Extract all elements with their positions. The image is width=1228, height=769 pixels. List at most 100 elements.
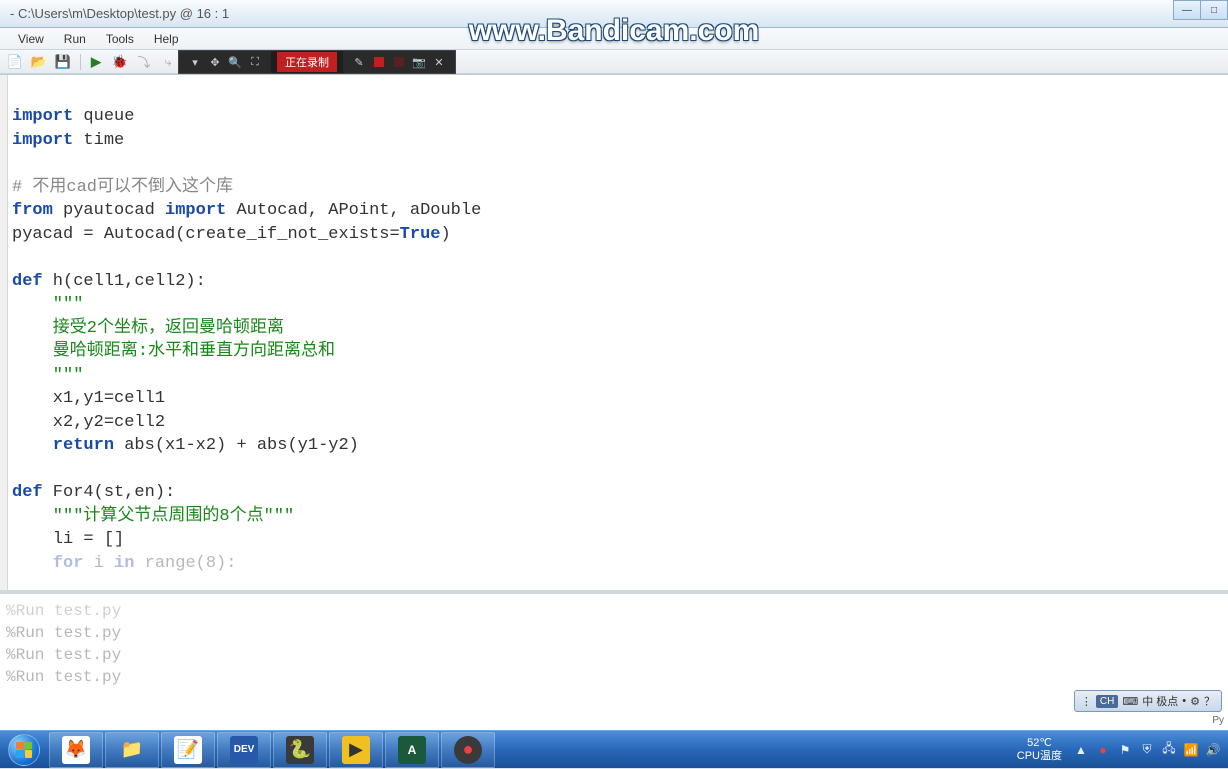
ime-help-icon[interactable]: ？ <box>1204 693 1215 709</box>
code-editor[interactable]: import queue import time # 不用cad可以不倒入这个库… <box>8 75 1228 590</box>
code-kw: return <box>12 436 114 455</box>
player-icon: ▶ <box>349 739 363 760</box>
menu-tools[interactable]: Tools <box>96 30 144 48</box>
ime-keyboard-icon[interactable]: ⌨ <box>1122 695 1138 708</box>
taskbar: 🦊 📁 📝 DEV 🐍 ▶ A ● 52℃ CPU温度 ▲ ● ⚑ ⛨ 🖧 📶 … <box>0 730 1228 768</box>
debug-button[interactable]: 🐞 <box>109 52 131 72</box>
taskbar-autocad[interactable]: A <box>385 732 439 768</box>
tray-flag-icon[interactable]: ⚑ <box>1116 741 1134 759</box>
taskbar-thonny[interactable]: 🐍 <box>273 732 327 768</box>
code-text: x1,y1=cell1 <box>12 389 165 408</box>
code-bool: True <box>400 225 441 244</box>
temp-label: CPU温度 <box>1017 750 1062 763</box>
code-kw: import <box>165 201 226 220</box>
code-text: abs(x1-x2) + abs(y1-y2) <box>114 436 359 455</box>
start-button[interactable] <box>0 731 48 769</box>
menu-help[interactable]: Help <box>144 30 189 48</box>
editor-area: import queue import time # 不用cad可以不倒入这个库… <box>0 74 1228 590</box>
ime-lang-badge[interactable]: CH <box>1096 695 1118 708</box>
tray-temperature[interactable]: 52℃ CPU温度 <box>1009 737 1070 763</box>
code-kw: from <box>12 201 53 220</box>
taskbar-explorer[interactable]: 📁 <box>105 732 159 768</box>
code-text: ) <box>440 225 450 244</box>
console-output[interactable]: %Run test.py %Run test.py %Run test.py %… <box>0 590 1228 730</box>
window-controls <box>1174 0 1228 20</box>
code-kw: in <box>114 554 134 573</box>
folder-icon: 📁 <box>121 739 143 760</box>
tray-up-icon[interactable]: ▲ <box>1072 741 1090 759</box>
bandicam-controls: ✎ 📷 ✕ <box>343 51 455 73</box>
bandicam-search-icon[interactable]: 🔍 <box>227 54 243 70</box>
code-text: range(8): <box>134 554 236 573</box>
ime-mode-label[interactable]: 中 极点 <box>1142 693 1178 709</box>
bandicam-close-icon[interactable]: ✕ <box>431 54 447 70</box>
ime-settings-icon[interactable]: ⚙ <box>1190 695 1200 708</box>
ime-grip-icon[interactable]: ⋮ <box>1081 695 1092 708</box>
windows-logo-icon <box>8 734 40 766</box>
code-docstring: """ <box>12 295 83 314</box>
window-title: - C:\Users\m\Desktop\test.py @ 16 : 1 <box>10 6 229 21</box>
taskbar-potplayer[interactable]: ▶ <box>329 732 383 768</box>
temp-value: 52℃ <box>1017 737 1062 750</box>
code-text: pyacad = Autocad(create_if_not_exists= <box>12 225 400 244</box>
tray-record-icon[interactable]: ● <box>1094 741 1112 759</box>
code-text: For4(st,en): <box>43 483 176 502</box>
code-kw: import <box>12 107 73 126</box>
new-file-button[interactable]: 📄 <box>4 52 26 72</box>
step-over-button[interactable]: ⤵ <box>133 52 155 72</box>
run-button[interactable]: ▶ <box>85 52 107 72</box>
code-kw: for <box>12 554 83 573</box>
ime-toolbar[interactable]: ⋮ CH ⌨ 中 极点 • ⚙ ？ <box>1074 690 1222 712</box>
bandicam-stop-icon[interactable] <box>391 54 407 70</box>
menu-bar: View Run Tools Help <box>0 28 1228 50</box>
code-text: x2,y2=cell2 <box>12 413 165 432</box>
tray-icons: ▲ ● ⚑ ⛨ 🖧 📶 🔊 <box>1070 741 1224 759</box>
toolbar-separator <box>80 54 81 70</box>
tray-volume-icon[interactable]: 🔊 <box>1204 741 1222 759</box>
system-tray: 52℃ CPU温度 ▲ ● ⚑ ⛨ 🖧 📶 🔊 <box>1009 731 1228 768</box>
save-button[interactable]: 💾 <box>52 52 74 72</box>
taskbar-bandicam[interactable]: ● <box>441 732 495 768</box>
bandicam-camera-icon[interactable]: 📷 <box>411 54 427 70</box>
bandicam-fullscreen-icon[interactable]: ⛶ <box>247 54 263 70</box>
menu-view[interactable]: View <box>8 30 54 48</box>
menu-run[interactable]: Run <box>54 30 96 48</box>
code-docstring: """计算父节点周围的8个点""" <box>12 507 294 526</box>
bandicam-pencil-icon[interactable]: ✎ <box>351 54 367 70</box>
code-kw: def <box>12 483 43 502</box>
taskbar-notepad[interactable]: 📝 <box>161 732 215 768</box>
python-ide-icon: 🐍 <box>289 739 311 760</box>
code-text: i <box>83 554 114 573</box>
tray-wifi-icon[interactable]: 📶 <box>1182 741 1200 759</box>
code-kw: def <box>12 272 43 291</box>
bandicam-toolbar[interactable]: ▾ ✥ 🔍 ⛶ 正在录制 ✎ 📷 ✕ <box>178 50 456 74</box>
step-into-button[interactable]: ⤷ <box>157 52 179 72</box>
console-line: %Run test.py <box>6 666 1222 688</box>
console-line: %Run test.py <box>6 644 1222 666</box>
bandicam-icon: ● <box>463 739 474 760</box>
taskbar-firefox[interactable]: 🦊 <box>49 732 103 768</box>
tray-network-icon[interactable]: 🖧 <box>1160 741 1178 759</box>
code-text: queue <box>73 107 134 126</box>
notepad-icon: 📝 <box>177 739 199 760</box>
code-text: li = [] <box>12 530 124 549</box>
bandicam-rec-icon[interactable] <box>371 54 387 70</box>
code-docstring: """ <box>12 366 83 385</box>
editor-gutter <box>0 75 8 590</box>
console-line: %Run test.py <box>6 600 1222 622</box>
taskbar-devcpp[interactable]: DEV <box>217 732 271 768</box>
open-file-button[interactable]: 📂 <box>28 52 50 72</box>
bandicam-move-icon[interactable]: ✥ <box>207 54 223 70</box>
minimize-button[interactable] <box>1173 0 1201 20</box>
tray-shield-icon[interactable]: ⛨ <box>1138 741 1156 759</box>
status-python-label: Py <box>1212 715 1224 726</box>
ime-punct-icon[interactable]: • <box>1182 695 1186 707</box>
code-text: h(cell1,cell2): <box>43 272 206 291</box>
code-text: pyautocad <box>53 201 165 220</box>
bandicam-recording-label: 正在录制 <box>277 52 337 72</box>
code-text: time <box>73 131 124 150</box>
code-text: Autocad, APoint, aDouble <box>226 201 481 220</box>
maximize-button[interactable] <box>1200 0 1228 20</box>
code-docstring: 曼哈顿距离:水平和垂直方向距离总和 <box>12 342 335 361</box>
bandicam-pin-icon[interactable]: ▾ <box>187 54 203 70</box>
